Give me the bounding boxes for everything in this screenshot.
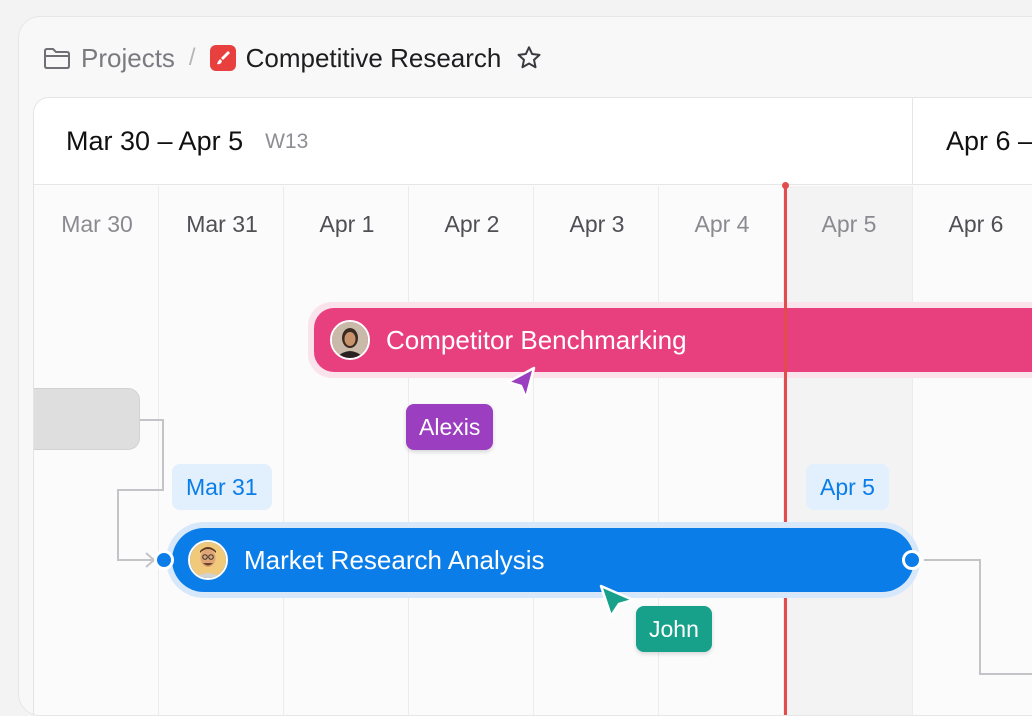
avatar: [330, 320, 370, 360]
end-drag-handle[interactable]: [902, 550, 922, 570]
cursor-pointer-icon: [506, 366, 536, 400]
task-title: Market Research Analysis: [244, 544, 545, 575]
dependency-connectors: [117, 419, 1032, 675]
task-bar-competitor-benchmarking[interactable]: Competitor Benchmarking: [308, 302, 1032, 378]
breadcrumb-current-project[interactable]: Competitive Research: [246, 43, 502, 74]
folder-icon: [43, 46, 71, 70]
gantt-window: Projects / Competitive Research Mar 30 –…: [18, 16, 1032, 716]
avatar: [188, 540, 228, 580]
brush-icon: [209, 45, 236, 71]
collaborator-cursor-label: John: [636, 606, 712, 652]
collaborator-cursor-label: Alexis: [406, 404, 494, 450]
task-bar-fill: Market Research Analysis: [172, 528, 914, 592]
start-date-chip: Mar 31: [172, 464, 272, 510]
cursor-pointer-icon: [599, 584, 635, 618]
breadcrumb-projects-link[interactable]: Projects: [81, 43, 175, 74]
timeline-board: Mar 30 – Apr 5 W13 Apr 6 – Mar 30 Mar 31…: [33, 97, 1032, 715]
start-drag-handle[interactable]: [154, 550, 174, 570]
task-title: Competitor Benchmarking: [386, 324, 687, 355]
star-icon[interactable]: [515, 44, 543, 72]
breadcrumb-separator: /: [188, 44, 196, 71]
task-bar-fill: Competitor Benchmarking: [314, 308, 1032, 372]
previous-task-bar[interactable]: [34, 388, 140, 450]
today-marker-dot: [782, 182, 789, 189]
end-date-chip: Apr 5: [806, 464, 889, 510]
task-bar-market-research-analysis[interactable]: Market Research Analysis: [166, 522, 920, 598]
breadcrumb: Projects / Competitive Research: [43, 41, 543, 75]
today-marker-line: [784, 184, 787, 715]
